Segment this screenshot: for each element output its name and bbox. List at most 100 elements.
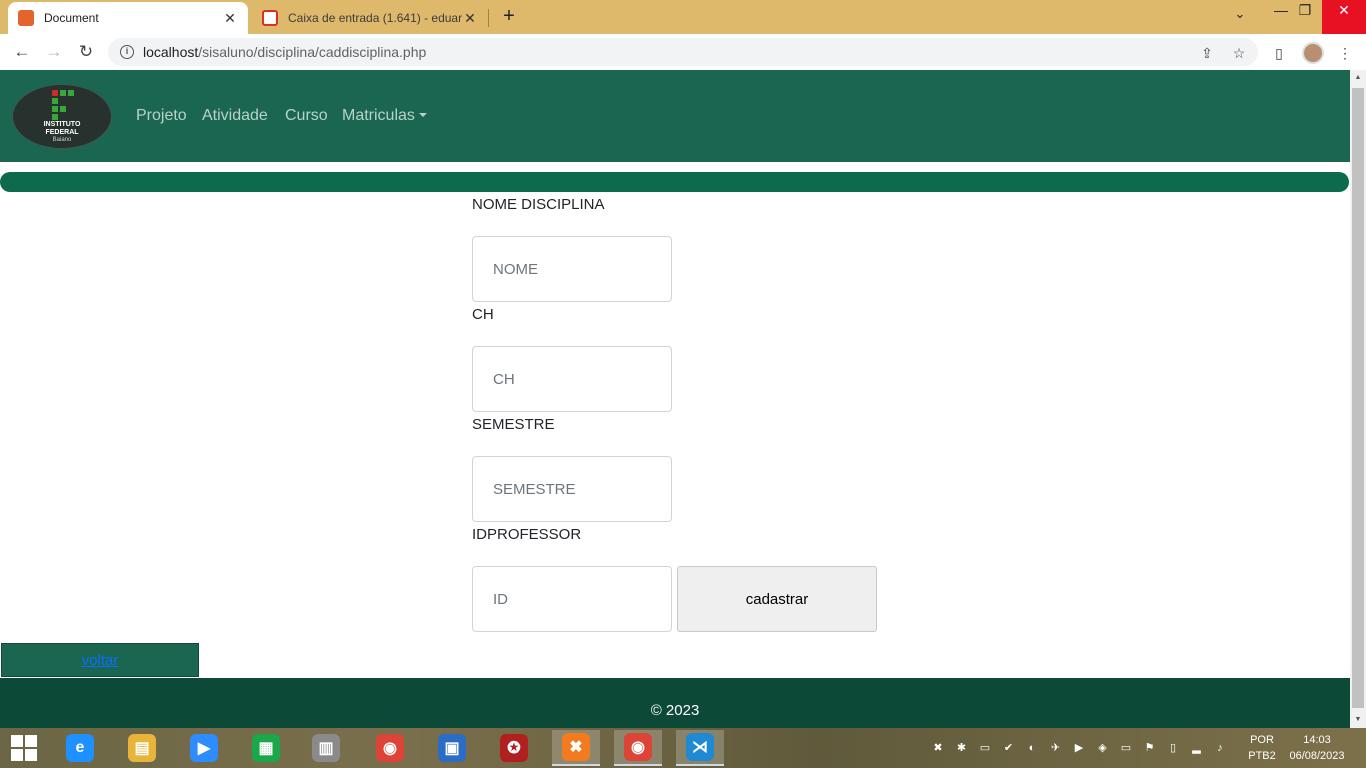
window-close-button[interactable]: ✕ [1322,0,1366,34]
windows-taskbar: e ▤ ▶ ▦ ▥ ◉ ▣ ✪ ✖ ◉ ⋊ ✖ ✱ ▭ ✔ ◐ ✈ ▶ ◈ ▭ ⚑ ▯ ▂ ♪ POR PTB2 14:03… [0,728,1366,768]
tray-icon-12[interactable]: ♪ [1212,740,1228,756]
taskbar-app-internet-explorer[interactable]: e [56,730,104,766]
tab-title: Caixa de entrada (1.641) - eduardo [288,11,462,25]
address-bar[interactable]: i localhost/sisaluno/disciplina/caddisci… [108,38,1258,66]
taskbar-app-store[interactable]: ▦ [242,730,290,766]
vertical-scrollbar[interactable]: ▲ ▼ [1350,70,1366,728]
zoom-icon: ▶ [190,734,218,762]
cadastrar-button[interactable]: cadastrar [677,566,877,632]
tray-icon-6[interactable]: ▶ [1071,740,1087,756]
idprofessor-input[interactable] [472,566,672,632]
tray-icon-9[interactable]: ⚑ [1142,740,1158,756]
gmail-favicon-icon [262,10,278,26]
game-icon: ✪ [500,734,528,762]
logo-text-line3: Baiano [52,137,72,143]
taskbar-app-remote-desktop[interactable]: ▣ [428,730,476,766]
forward-arrow-icon[interactable]: → [42,40,66,64]
instituto-federal-logo[interactable]: INSTITUTO FEDERAL Baiano [12,84,112,149]
browser-tab-strip: Document ✕ Caixa de entrada (1.641) - ed… [0,0,1366,34]
tab-separator [488,9,489,27]
clock[interactable]: 14:03 06/08/2023 [1286,732,1348,764]
taskbar-app-chrome-running[interactable]: ◉ [614,730,662,766]
menu-kebab-icon[interactable]: ⋮ [1334,42,1356,64]
taskbar-app-game[interactable]: ✪ [490,730,538,766]
tray-icon-10[interactable]: ▯ [1165,740,1181,756]
taskbar-app-vscode[interactable]: ⋊ [676,730,724,766]
taskbar-app-chrome[interactable]: ◉ [366,730,414,766]
windows-logo-icon [11,735,37,761]
clock-date: 06/08/2023 [1289,750,1345,762]
browser-toolbar: ← → ↻ i localhost/sisaluno/disciplina/ca… [0,34,1366,70]
tray-icon-8[interactable]: ▭ [1118,740,1134,756]
language-indicator[interactable]: POR PTB2 [1244,732,1280,764]
url-host: localhost [143,44,199,60]
taskbar-app-xampp[interactable]: ✖ [552,730,600,766]
tray-icon-1[interactable]: ✱ [954,740,970,756]
nav-atividade[interactable]: Atividade [202,107,268,125]
bookmark-star-icon[interactable]: ☆ [1230,44,1248,62]
tray-icon-3[interactable]: ✔ [1001,740,1017,756]
tray-icon-4[interactable]: ◐ [1024,740,1040,756]
tray-icon-2[interactable]: ▭ [977,740,993,756]
scroll-down-arrow-icon[interactable]: ▼ [1350,712,1366,728]
taskbar-app-zoom[interactable]: ▶ [180,730,228,766]
keyboard-layout: PTB2 [1248,750,1276,762]
tab-close-icon[interactable]: ✕ [462,10,478,27]
scroll-thumb[interactable] [1352,88,1364,708]
file-explorer-icon: ▤ [128,734,156,762]
logo-text-line1: INSTITUTO [43,121,81,128]
scroll-up-arrow-icon[interactable]: ▲ [1350,70,1366,86]
logo-text-line2: FEDERAL [45,129,79,136]
vscode-icon: ⋊ [686,733,714,761]
chrome-icon: ◉ [376,734,404,762]
firewall-icon: ▥ [312,734,340,762]
nav-curso[interactable]: Curso [285,107,328,125]
taskbar-app-firewall[interactable]: ▥ [302,730,350,766]
taskbar-app-file-explorer[interactable]: ▤ [118,730,166,766]
profile-avatar[interactable] [1302,42,1324,64]
tab-document[interactable]: Document ✕ [8,2,248,34]
tab-search-chevron-icon[interactable]: ⌄ [1228,6,1252,28]
voltar-link[interactable]: voltar [82,652,119,669]
tab-close-icon[interactable]: ✕ [222,10,238,27]
site-navbar: INSTITUTO FEDERAL Baiano Projeto Ativida… [0,70,1350,162]
back-link-container: voltar [1,643,199,677]
new-tab-button[interactable]: + [498,5,520,27]
tab-gmail[interactable]: Caixa de entrada (1.641) - eduardo ✕ [252,2,488,34]
xampp-favicon-icon [18,10,34,26]
clock-time: 14:03 [1303,734,1331,746]
restore-button[interactable]: ❐ [1290,0,1320,34]
label-semestre: SEMESTRE [472,416,555,433]
footer-copyright: © 2023 [650,702,700,719]
divider-bar [0,172,1349,192]
xampp-icon: ✖ [562,733,590,761]
side-panel-icon[interactable]: ▯ [1268,42,1290,64]
tab-title: Document [44,11,99,25]
chrome-running-icon: ◉ [624,733,652,761]
label-idprofessor: IDPROFESSOR [472,526,582,543]
nav-matriculas-label: Matriculas [342,107,415,124]
caret-down-icon [418,113,427,117]
site-info-icon[interactable]: i [120,45,134,59]
nav-projeto[interactable]: Projeto [136,107,187,125]
tray-icon-0[interactable]: ✖ [930,740,946,756]
page-viewport: INSTITUTO FEDERAL Baiano Projeto Ativida… [0,70,1350,728]
remote-desktop-icon: ▣ [438,734,466,762]
semestre-input[interactable] [472,456,672,522]
nome-input[interactable] [472,236,672,302]
back-arrow-icon[interactable]: ← [10,40,34,64]
nav-matriculas-dropdown[interactable]: Matriculas [342,107,427,125]
tray-icon-11[interactable]: ▂ [1189,740,1205,756]
site-footer: © 2023 [0,678,1350,728]
ch-input[interactable] [472,346,672,412]
language-code: POR [1250,734,1274,746]
start-button[interactable] [0,730,48,766]
url-path: /sisaluno/disciplina/caddisciplina.php [198,44,427,60]
store-icon: ▦ [252,734,280,762]
logo-red-dot [52,90,58,96]
tray-icon-7[interactable]: ◈ [1095,740,1111,756]
reload-icon[interactable]: ↻ [74,40,98,64]
label-ch: CH [472,306,494,323]
share-icon[interactable]: ⇪ [1198,44,1216,62]
tray-icon-5[interactable]: ✈ [1048,740,1064,756]
